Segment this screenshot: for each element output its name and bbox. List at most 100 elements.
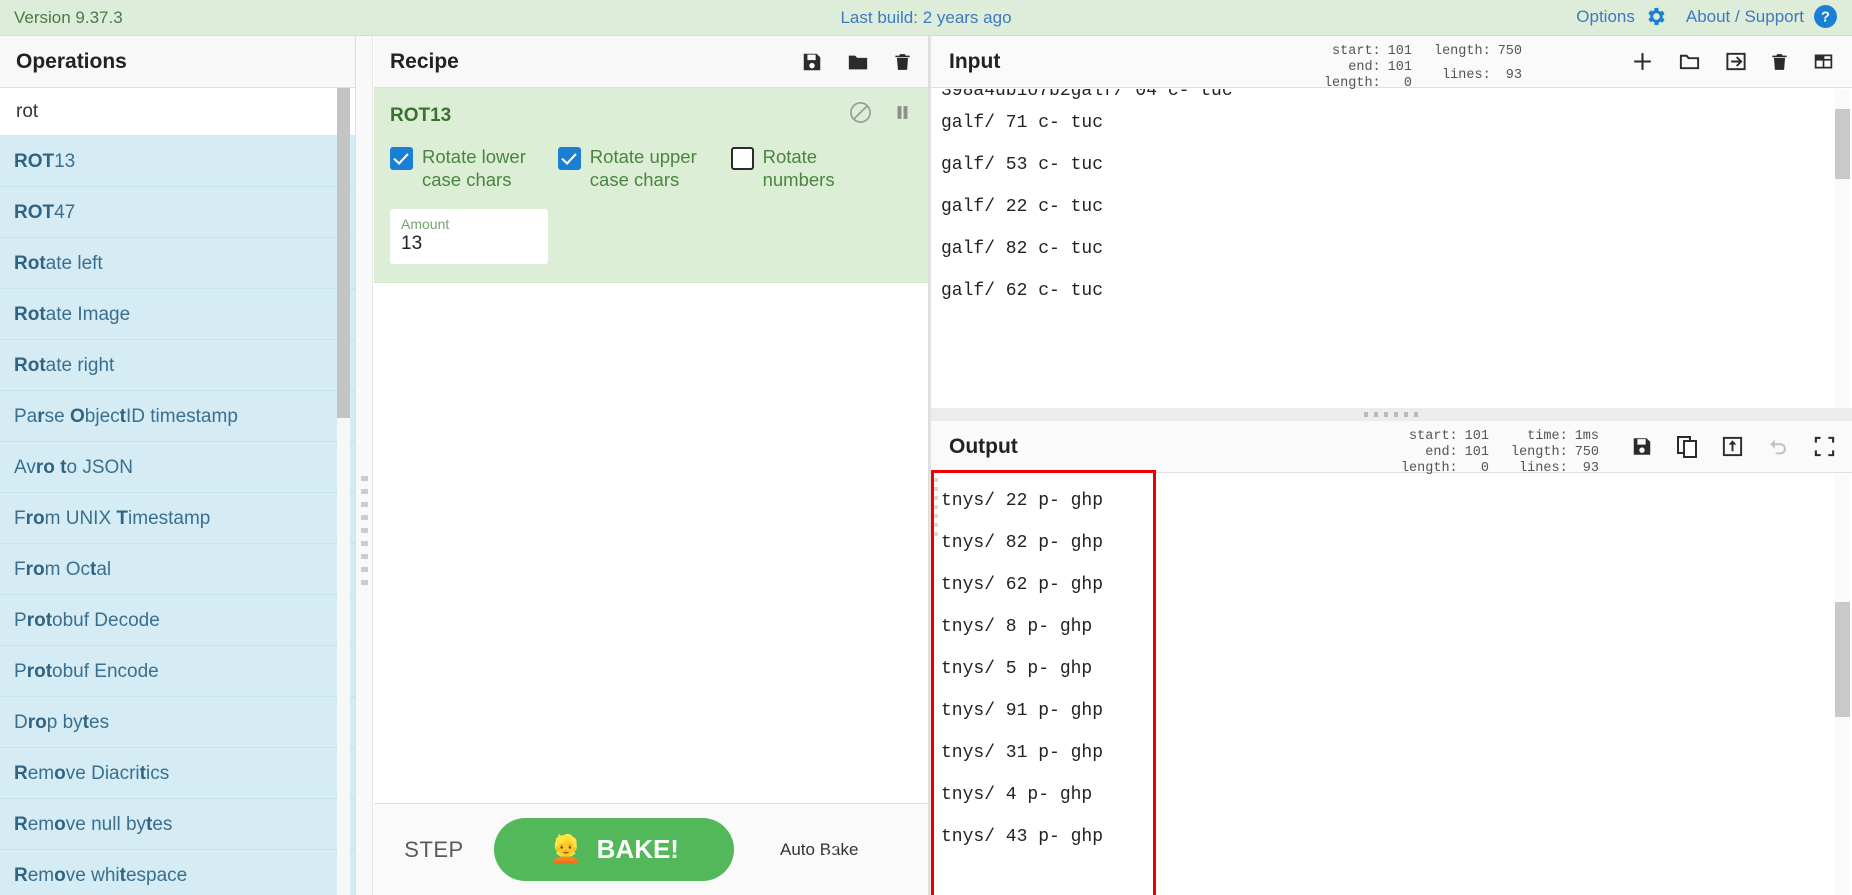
svg-text:?: ? — [1821, 10, 1830, 26]
stat-key: end: — [1425, 445, 1458, 460]
input-line: galf/ 62 c- tuc — [941, 281, 1104, 301]
reset-layout-icon[interactable] — [1811, 51, 1836, 72]
stat-value: 101 — [1464, 445, 1489, 460]
output-title: Output — [949, 434, 1018, 458]
recipe-operation-args: Rotate lower case chars Rotate upper cas… — [390, 145, 912, 191]
output-line: tnys/ 8 p- ghp — [941, 617, 1093, 637]
operation-list-item[interactable]: Parse ObjectID timestamp — [0, 391, 355, 442]
output-scrollbar[interactable] — [1835, 474, 1850, 895]
operation-list-item[interactable]: Avro to JSON — [0, 442, 355, 493]
input-scrollbar-thumb[interactable] — [1835, 109, 1850, 179]
input-title: Input — [949, 49, 1001, 73]
about-support-link[interactable]: About / Support — [1686, 7, 1804, 27]
arg-rotate-lower-case[interactable]: Rotate lower case chars — [390, 145, 540, 191]
gear-icon[interactable] — [1644, 5, 1667, 28]
operation-list-item[interactable]: ROT13 — [0, 136, 355, 187]
operation-match: Rot — [14, 304, 46, 325]
operation-list-item[interactable]: Remove whitespace — [0, 850, 355, 895]
stat-value: 750 — [1497, 44, 1522, 59]
stat-key: start: — [1409, 429, 1458, 444]
pause-icon[interactable] — [894, 102, 911, 123]
help-icon[interactable]: ? — [1813, 4, 1838, 29]
bake-button-label: BAKE! — [596, 834, 679, 864]
copy-icon[interactable] — [1675, 435, 1699, 459]
output-panel: Output start: 101 end: 101 length: 0 tim… — [931, 421, 1852, 895]
arg-rotate-numbers[interactable]: Rotate numbers — [730, 145, 894, 191]
step-button[interactable]: STEP — [374, 837, 494, 863]
operations-scrollbar-thumb[interactable] — [337, 88, 350, 418]
input-line: galf/ 22 c- tuc — [941, 197, 1104, 217]
recipe-header: Recipe — [374, 36, 928, 88]
checkbox-rotate-lower-case[interactable] — [390, 147, 413, 170]
arg-rotate-upper-case[interactable]: Rotate upper case chars — [557, 145, 713, 191]
operation-list-item[interactable]: Rotate left — [0, 238, 355, 289]
stat-value: 101 — [1387, 60, 1412, 75]
output-scrollbar-thumb[interactable] — [1835, 602, 1850, 717]
amount-label: Amount — [401, 216, 450, 233]
operations-list: ROT13 ROT47 Rotate left Rotate Image Rotate … — [0, 136, 355, 895]
input-text-area[interactable]: 398a4ub1o7b2galf/ 04 c- tuc galf/ 71 c- t… — [931, 89, 1834, 408]
input-selection-stats: start: 101 end: 101 length: 0 — [1324, 44, 1412, 91]
undo-icon — [1766, 436, 1791, 458]
save-icon[interactable] — [1631, 435, 1653, 458]
save-icon[interactable] — [801, 51, 823, 73]
auto-bake-toggle[interactable]: Auto Bake — [780, 840, 858, 860]
output-line: tnys/ 4 p- ghp — [941, 785, 1093, 805]
recipe-operation-icons — [849, 101, 911, 124]
input-scrollbar[interactable] — [1835, 89, 1850, 408]
output-line: tnys/ 82 p- ghp — [941, 533, 1104, 553]
operation-rest: 47 — [54, 202, 76, 223]
recipe-operation-rot13[interactable]: ROT13 Rotate lower case chars Rotate upp… — [374, 88, 928, 284]
input-line: 398a4ub1o7b2galf/ 04 c- tuc — [941, 89, 1233, 101]
clear-icon[interactable] — [1770, 51, 1789, 73]
recipe-title: Recipe — [390, 49, 459, 73]
io-column: Input start: 101 end: 101 length: 0 leng… — [931, 36, 1852, 895]
operation-list-item[interactable]: Protobuf Decode — [0, 595, 355, 646]
operation-list-item[interactable]: From Octal — [0, 544, 355, 595]
amount-value[interactable]: 13 — [401, 233, 537, 255]
splitter-input-output[interactable] — [931, 408, 1852, 421]
splitter-grip — [361, 476, 368, 586]
search-input[interactable] — [0, 88, 355, 136]
operation-list-item[interactable]: Rotate right — [0, 340, 355, 391]
open-folder-icon[interactable] — [1677, 50, 1702, 73]
input-panel: Input start: 101 end: 101 length: 0 leng… — [931, 36, 1852, 408]
operation-list-item[interactable]: Protobuf Encode — [0, 646, 355, 697]
operation-list-item[interactable]: Drop bytes — [0, 697, 355, 748]
operation-list-item[interactable]: Remove null bytes — [0, 799, 355, 850]
operation-list-item[interactable]: ROT47 — [0, 187, 355, 238]
stat-key: lines: — [1442, 68, 1491, 83]
recipe-controls: STEP 👱 BAKE! Auto Bake — [374, 803, 928, 895]
output-size-stats: time: 1ms length: 750 lines: 93 — [1511, 429, 1599, 476]
stat-value: 750 — [1574, 445, 1599, 460]
operations-scrollbar[interactable] — [337, 88, 350, 895]
add-tab-icon[interactable] — [1630, 49, 1655, 74]
recipe-panel: Recipe ROT13 Rotate lower case chars Rot… — [374, 36, 929, 895]
recipe-toolbar — [801, 51, 912, 73]
options-link[interactable]: Options — [1576, 7, 1635, 27]
replace-input-icon[interactable] — [1721, 435, 1744, 458]
checkbox-rotate-upper-case[interactable] — [557, 147, 581, 170]
amount-field[interactable]: Amount 13 — [390, 209, 548, 265]
disable-icon[interactable] — [849, 101, 872, 124]
stat-key: length: — [1510, 445, 1568, 460]
folder-icon[interactable] — [846, 51, 870, 73]
output-text-area[interactable]: tnys/ 22 p- ghp tnys/ 82 p- ghp tnys/ 62 p… — [931, 474, 1834, 895]
recipe-operation-name: ROT13 — [390, 105, 452, 126]
operation-list-item[interactable]: Rotate Image — [0, 289, 355, 340]
operation-list-item[interactable]: From UNIX Timestamp — [0, 493, 355, 544]
operation-list-item[interactable]: Remove Diacritics — [0, 748, 355, 799]
stat-value: 101 — [1387, 44, 1412, 59]
last-build-label: Last build: 2 years ago — [840, 8, 1012, 27]
recipe-body[interactable]: ROT13 Rotate lower case chars Rotate upp… — [374, 88, 928, 799]
bake-button[interactable]: 👱 BAKE! — [494, 818, 734, 881]
stat-value: 101 — [1464, 429, 1489, 444]
operation-match: ROT — [14, 202, 55, 223]
maximise-icon[interactable] — [1813, 435, 1836, 458]
trash-icon[interactable] — [893, 51, 912, 73]
checkbox-rotate-numbers[interactable] — [730, 147, 754, 170]
open-file-icon[interactable] — [1724, 50, 1748, 73]
output-line: tnys/ 43 p- ghp — [941, 827, 1104, 847]
operation-rest: ate right — [45, 355, 115, 376]
splitter-operations-recipe[interactable] — [356, 36, 373, 895]
